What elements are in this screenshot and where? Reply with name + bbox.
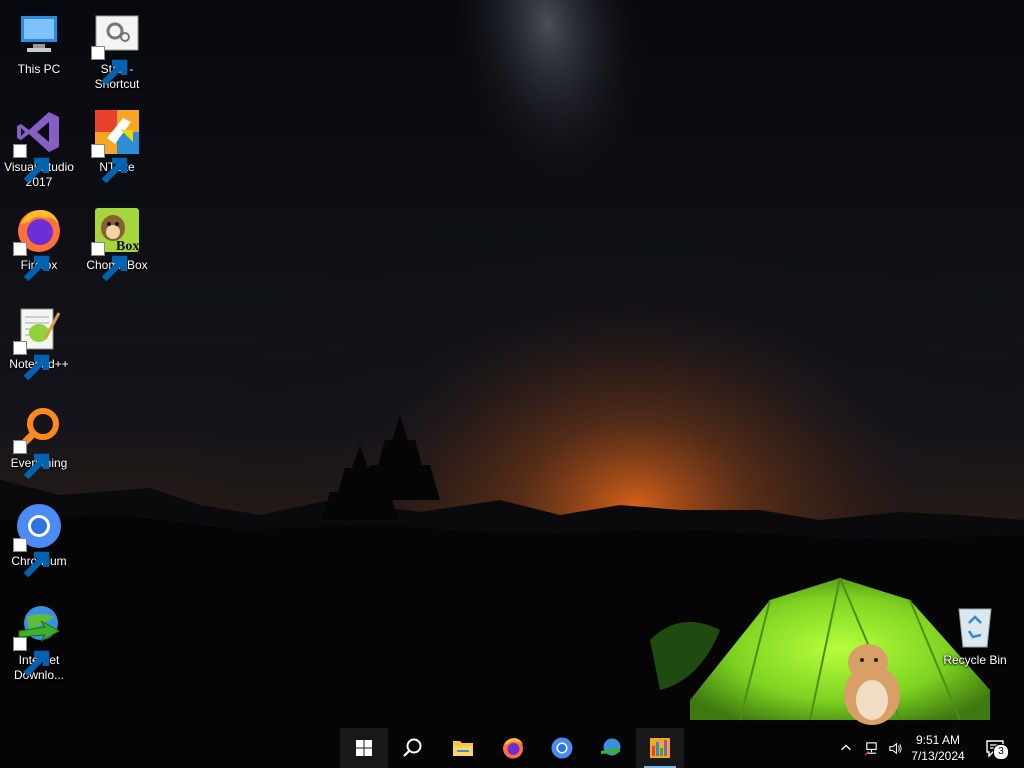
- network-tray-button[interactable]: [860, 728, 882, 768]
- clock-time: 9:51 AM: [915, 733, 961, 747]
- desktop-icon-firefox[interactable]: Firefox: [0, 200, 78, 292]
- chevron-up-icon: [841, 744, 851, 751]
- desktop-icon-label: This PC: [17, 62, 61, 76]
- clock-date: 7/13/2024: [911, 749, 965, 763]
- chromium-icon: [13, 502, 63, 578]
- this-pc-icon: [15, 10, 63, 58]
- shortcut-arrow-icon: [13, 538, 50, 578]
- notepad-plus-plus-icon: [13, 305, 63, 381]
- desktop-icon-internet-download-manager[interactable]: Internet Downlo...: [0, 595, 78, 687]
- chomikbox-icon: Box: [91, 206, 141, 282]
- internet-download-manager-icon: [13, 601, 63, 677]
- shortcut-arrow-icon: [91, 144, 128, 184]
- chart-app-taskbar-button[interactable]: [636, 728, 684, 768]
- desktop-icon-this-pc[interactable]: This PC: [0, 4, 78, 96]
- desktop-icon-chomikbox[interactable]: Box ChomikBox: [78, 200, 156, 292]
- desktop-icon-ntlite[interactable]: NTLite: [78, 102, 156, 194]
- search-icon: [403, 738, 422, 757]
- desktop-icon-start-shortcut[interactable]: Start - Shortcut: [78, 4, 156, 96]
- bar-chart-app-icon: [650, 738, 670, 758]
- shortcut-arrow-icon: [13, 341, 50, 381]
- start-shortcut-icon: [91, 10, 141, 86]
- notification-count-badge: 3: [993, 744, 1009, 760]
- taskbar-clock[interactable]: 9:51 AM 7/13/2024: [900, 728, 976, 768]
- desktop-icon-everything[interactable]: Everything: [0, 398, 78, 490]
- firefox-icon: [503, 738, 523, 759]
- desktop-icon-label: Recycle Bin: [943, 653, 1007, 667]
- start-button[interactable]: [340, 728, 388, 768]
- shortcut-arrow-icon: [13, 144, 50, 184]
- shortcut-arrow-icon: [13, 242, 50, 282]
- firefox-icon: [13, 206, 63, 282]
- show-hidden-icons-button[interactable]: [836, 728, 856, 768]
- action-center-button[interactable]: 3: [978, 728, 1012, 768]
- visual-studio-icon: [13, 108, 63, 184]
- chromium-icon: [551, 737, 573, 759]
- desktop-icon-recycle-bin[interactable]: Recycle Bin: [936, 595, 1014, 687]
- desktop-icon-chromium[interactable]: Chromium: [0, 496, 78, 588]
- shortcut-arrow-icon: [13, 440, 50, 480]
- everything-search-icon: [13, 404, 63, 480]
- internet-download-manager-icon: [601, 738, 621, 756]
- folder-icon: [453, 741, 473, 756]
- desktop-icon-notepad-plus-plus[interactable]: Notepad++: [0, 299, 78, 391]
- search-button[interactable]: [389, 728, 437, 768]
- shortcut-arrow-icon: [91, 242, 128, 282]
- ntlite-icon: [91, 108, 141, 184]
- firefox-taskbar-button[interactable]: [489, 728, 537, 768]
- shortcut-arrow-icon: [91, 46, 128, 86]
- internet-download-manager-taskbar-button[interactable]: [587, 728, 635, 768]
- recycle-bin-icon: [951, 601, 999, 649]
- desktop-icon-visual-studio[interactable]: Visual Studio 2017: [0, 102, 78, 194]
- chromium-taskbar-button[interactable]: [538, 728, 586, 768]
- shortcut-arrow-icon: [13, 637, 50, 677]
- taskbar: [0, 728, 1024, 768]
- windows-logo-icon: [356, 740, 372, 756]
- file-explorer-button[interactable]: [439, 728, 487, 768]
- network-icon: [863, 741, 877, 756]
